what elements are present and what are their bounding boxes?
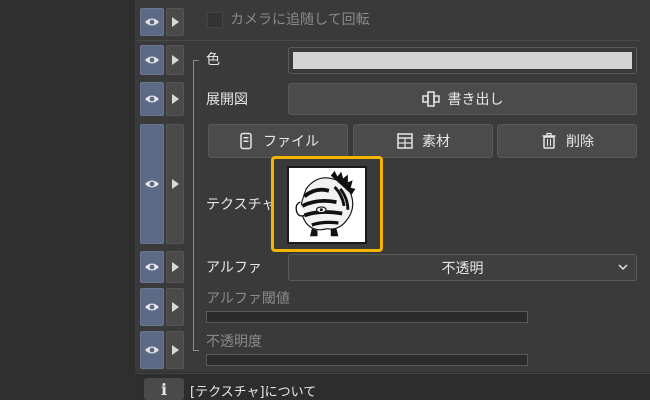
expand-arrow-icon[interactable] <box>166 331 184 369</box>
color-swatch[interactable] <box>288 47 637 74</box>
delete-button[interactable]: 削除 <box>497 124 637 158</box>
eye-icon <box>145 263 159 271</box>
camera-follow-label: カメラに追随して回転 <box>230 12 370 28</box>
eye-icon <box>145 303 159 311</box>
trash-icon <box>542 132 556 149</box>
alpha-threshold-slider[interactable] <box>206 311 528 323</box>
eye-icon <box>145 56 159 64</box>
material-button[interactable]: 素材 <box>353 124 493 158</box>
camera-follow-checkbox[interactable] <box>207 12 223 28</box>
alpha-select[interactable]: 不透明 <box>288 254 637 281</box>
file-icon <box>240 132 252 150</box>
visibility-toggle-color[interactable] <box>140 45 164 75</box>
visibility-toggle-texture[interactable] <box>140 124 164 244</box>
color-swatch-fill <box>293 52 632 69</box>
expand-arrow-icon[interactable] <box>166 124 184 244</box>
material-icon <box>397 133 413 149</box>
texture-label: テクスチャ <box>206 197 276 213</box>
eye-icon <box>145 180 159 188</box>
eye-icon <box>145 346 159 354</box>
visibility-toggle-alpha[interactable] <box>140 251 164 283</box>
divider <box>135 40 640 41</box>
tree-connector-top <box>193 60 199 61</box>
unfold-label: 展開図 <box>206 92 248 108</box>
alpha-select-value: 不透明 <box>441 260 484 277</box>
visibility-toggle-camera[interactable] <box>140 8 164 36</box>
expand-arrow-icon[interactable] <box>166 251 184 283</box>
color-label: 色 <box>206 52 220 68</box>
unfold-icon <box>421 91 440 107</box>
visibility-toggle-alpha-threshold[interactable] <box>140 288 164 326</box>
expand-arrow-icon[interactable] <box>166 288 184 326</box>
expand-arrow-icon[interactable] <box>166 45 184 75</box>
alpha-label: アルファ <box>206 260 262 276</box>
left-gutter <box>0 0 135 400</box>
visibility-toggle-unfold[interactable] <box>140 82 164 116</box>
eye-icon <box>145 95 159 103</box>
file-button[interactable]: ファイル <box>208 124 348 158</box>
tree-connector-bottom <box>193 350 199 351</box>
visibility-toggle-opacity[interactable] <box>140 331 164 369</box>
chevron-down-icon <box>618 264 628 271</box>
expand-arrow-icon[interactable] <box>166 82 184 116</box>
info-icon[interactable]: i <box>144 378 184 400</box>
alpha-threshold-label: アルファ閾値 <box>206 291 290 307</box>
tree-connector <box>193 60 194 350</box>
file-button-label: ファイル <box>263 134 319 150</box>
export-button[interactable]: 書き出し <box>288 83 637 115</box>
material-button-label: 素材 <box>422 134 450 150</box>
opacity-label: 不透明度 <box>206 334 262 350</box>
zebra-texture-image <box>289 168 365 242</box>
help-link[interactable]: [テクスチャ]について <box>190 381 316 400</box>
export-button-label: 書き出し <box>447 92 504 108</box>
delete-button-label: 削除 <box>566 134 594 150</box>
eye-icon <box>145 18 159 26</box>
opacity-slider[interactable] <box>206 354 528 366</box>
texture-thumbnail[interactable] <box>287 166 367 244</box>
expand-arrow-icon[interactable] <box>166 8 184 36</box>
